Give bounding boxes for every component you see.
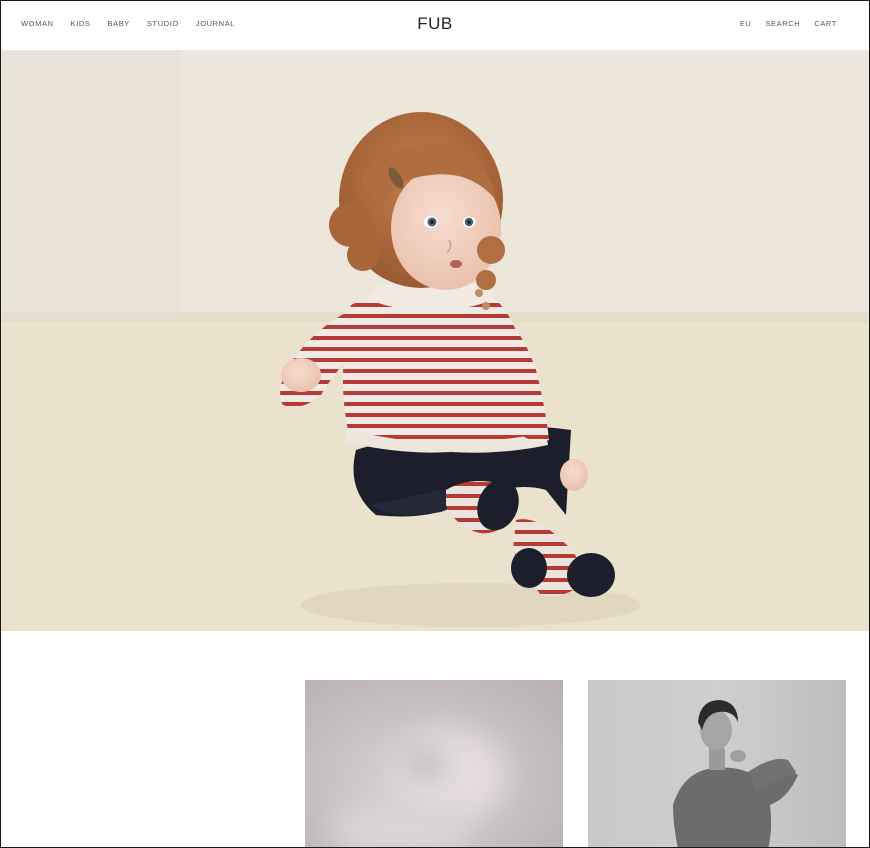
editorial-thumbnail-blur[interactable]	[305, 680, 563, 847]
utility-nav: EU SEARCH CART	[726, 19, 837, 28]
model-portrait-illustration	[673, 700, 798, 847]
region-selector[interactable]: EU	[740, 19, 752, 28]
baby-photo-illustration	[1, 50, 869, 631]
hero-image[interactable]	[1, 50, 869, 631]
site-header: WOMAN KIDS BABY STUDIO JOURNAL FUB EU SE…	[1, 1, 869, 49]
page-frame: WOMAN KIDS BABY STUDIO JOURNAL FUB EU SE…	[0, 0, 870, 848]
editorial-thumbnail-model[interactable]	[588, 680, 846, 847]
blurred-figure-illustration	[330, 730, 505, 847]
cart-link[interactable]: CART	[814, 19, 837, 28]
search-link[interactable]: SEARCH	[765, 19, 800, 28]
